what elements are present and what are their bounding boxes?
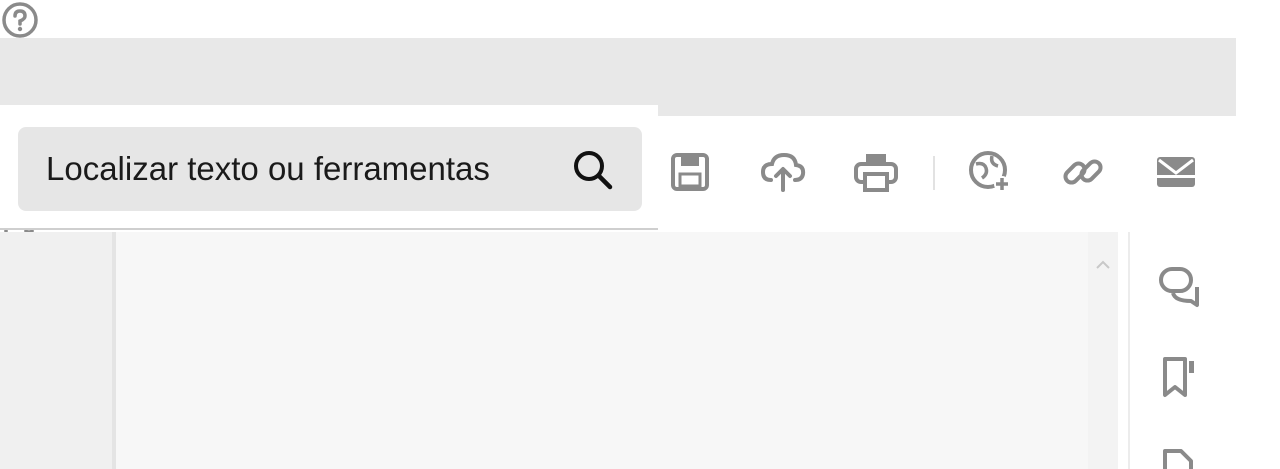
attachment-icon[interactable] — [1154, 440, 1204, 469]
left-panel — [0, 232, 112, 469]
save-icon[interactable] — [666, 148, 714, 196]
search-placeholder: Localizar texto ou ferramentas — [46, 150, 490, 187]
app-window: Localizar texto ou ferramentas — [0, 0, 1280, 469]
cloud-upload-icon[interactable] — [759, 148, 807, 196]
search-icon[interactable] — [570, 147, 616, 193]
search-input[interactable]: Localizar texto ou ferramentas — [18, 127, 642, 211]
toolbar-separator — [933, 156, 935, 190]
help-icon[interactable] — [0, 0, 1280, 40]
scroll-up-arrow-icon[interactable] — [1094, 256, 1112, 274]
email-icon[interactable] — [1152, 148, 1200, 196]
comment-icon[interactable] — [1154, 262, 1204, 312]
share-globe-icon[interactable] — [966, 148, 1014, 196]
search-popup: Localizar texto ou ferramentas — [0, 105, 658, 230]
document-canvas[interactable] — [116, 232, 1088, 469]
link-icon[interactable] — [1059, 148, 1107, 196]
print-icon[interactable] — [852, 148, 900, 196]
bookmark-icon[interactable] — [1154, 352, 1204, 402]
